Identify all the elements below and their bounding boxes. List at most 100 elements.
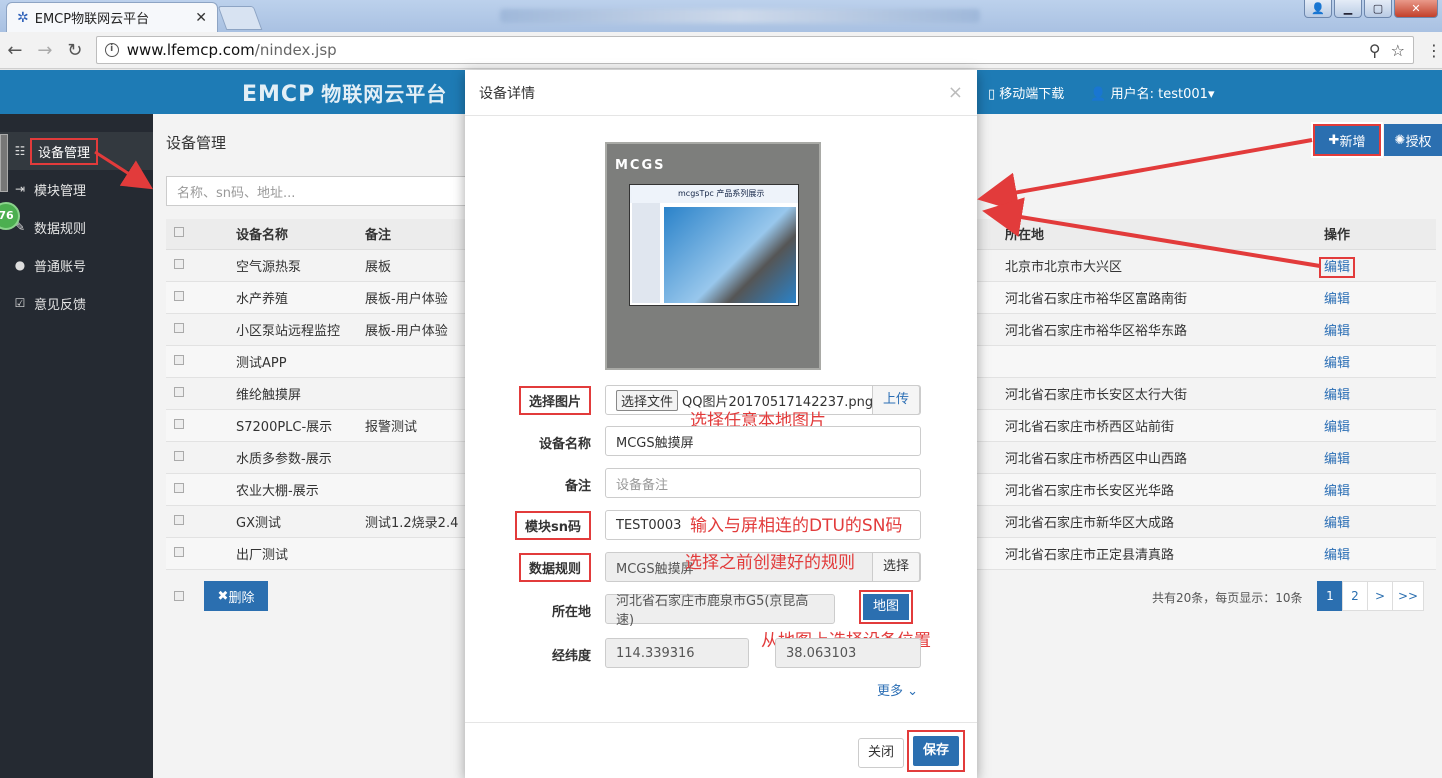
- sidebar-item-device-management[interactable]: ☷ 设备管理: [0, 132, 153, 170]
- edit-link[interactable]: 编辑: [1324, 324, 1350, 339]
- edit-link[interactable]: 编辑: [1324, 292, 1350, 307]
- longitude-input[interactable]: 114.339316: [605, 638, 749, 668]
- caret-down-icon: ▾: [1207, 87, 1215, 102]
- device-name-input[interactable]: MCGS触摸屏: [605, 426, 921, 456]
- last-page-button[interactable]: >>: [1392, 581, 1424, 611]
- row-checkbox[interactable]: [174, 514, 184, 525]
- edit-link[interactable]: 编辑: [1324, 484, 1350, 499]
- forward-icon[interactable]: →: [30, 40, 60, 61]
- edit-link[interactable]: 编辑: [1324, 420, 1350, 435]
- star-icon[interactable]: ☆: [1391, 41, 1405, 60]
- plus-icon: ✚: [1328, 132, 1340, 148]
- choose-file-button[interactable]: 选择文件: [616, 389, 679, 411]
- edit-link[interactable]: 编辑: [1324, 548, 1350, 563]
- close-icon[interactable]: ×: [948, 82, 963, 103]
- edit-link[interactable]: 编辑: [1324, 452, 1350, 467]
- mobile-icon: ▯: [988, 87, 1000, 102]
- browser-tab[interactable]: ✲ EMCP物联网云平台 ✕: [6, 2, 218, 32]
- menu-icon[interactable]: ⋮: [1426, 41, 1442, 60]
- window-close-icon[interactable]: ✕: [1394, 0, 1438, 18]
- edit-link[interactable]: 编辑: [1324, 356, 1350, 371]
- device-name-label: 设备名称: [538, 437, 591, 452]
- page-1-button[interactable]: 1: [1317, 581, 1343, 611]
- remark-input[interactable]: 设备备注: [605, 468, 921, 498]
- action-cell: 编辑: [1319, 249, 1436, 282]
- grid-icon: ☷: [14, 144, 26, 158]
- maximize-icon[interactable]: ▢: [1364, 0, 1392, 18]
- row-checkbox[interactable]: [174, 322, 184, 333]
- action-cell: 编辑: [1324, 473, 1436, 506]
- user-icon[interactable]: 👤: [1304, 0, 1332, 18]
- zoom-icon[interactable]: ⚲: [1369, 41, 1381, 60]
- row-checkbox-cell: [166, 473, 236, 506]
- scroll-handle[interactable]: [0, 134, 8, 192]
- save-button[interactable]: 保存: [913, 736, 959, 766]
- row-checkbox[interactable]: [174, 386, 184, 397]
- row-checkbox[interactable]: [174, 258, 184, 269]
- pager-info: 共有20条，每页显示：10条: [1152, 591, 1303, 605]
- url-text: www.lfemcp.com/nindex.jsp: [126, 41, 337, 59]
- site-logo-icon: ✲: [17, 9, 29, 26]
- choose-rule-button[interactable]: 选择: [872, 552, 920, 582]
- edit-link[interactable]: 编辑: [1319, 256, 1356, 278]
- row-checkbox[interactable]: [174, 546, 184, 557]
- device-name-cell: S7200PLC-展示: [236, 409, 365, 442]
- device-name-cell: GX测试: [236, 505, 365, 538]
- row-checkbox[interactable]: [174, 354, 184, 365]
- browser-titlebar: ✲ EMCP物联网云平台 ✕ 👤 ▁ ▢ ✕: [0, 0, 1442, 32]
- row-checkbox-cell: [166, 409, 236, 442]
- back-icon[interactable]: ←: [0, 40, 30, 61]
- device-name-cell: 水质多参数-展示: [236, 441, 365, 474]
- minimize-icon[interactable]: ▁: [1334, 0, 1362, 18]
- annotation-sn-hint: 输入与屏相连的DTU的SN码: [690, 516, 903, 536]
- delete-button[interactable]: ✖ 删除: [204, 581, 268, 611]
- location-cell: 北京市北京市大兴区: [1005, 249, 1324, 282]
- location-cell: 河北省石家庄市裕华区裕华东路: [1005, 313, 1324, 346]
- next-page-button[interactable]: >: [1367, 581, 1393, 611]
- location-input[interactable]: 河北省石家庄市鹿泉市G5(京昆高速): [605, 594, 835, 628]
- feedback-icon: ☑: [14, 296, 26, 310]
- sidebar-item-normal-accounts[interactable]: ● 普通账号: [0, 246, 153, 284]
- sign-in-icon: ⇥: [14, 182, 26, 196]
- row-checkbox[interactable]: [174, 290, 184, 301]
- authorize-button[interactable]: ✺ 授权: [1384, 124, 1442, 156]
- select-all-cell[interactable]: [166, 219, 236, 250]
- row-checkbox[interactable]: [174, 482, 184, 493]
- device-screen-picture: mcgsTpc 产品系列展示: [629, 184, 799, 306]
- close-button[interactable]: 关闭: [858, 738, 904, 768]
- mobile-download-link[interactable]: ▯ 移动端下载: [988, 83, 1064, 102]
- action-cell: 编辑: [1324, 441, 1436, 474]
- location-cell: 河北省石家庄市裕华区富路南街: [1005, 281, 1324, 314]
- annotation-rule-hint: 选择之前创建好的规则: [685, 553, 855, 573]
- user-menu[interactable]: 👤 用户名: test001▾: [1090, 83, 1214, 102]
- new-tab-button[interactable]: [217, 6, 263, 30]
- location-cell: 河北省石家庄市长安区光华路: [1005, 473, 1324, 506]
- footer-select-all-checkbox[interactable]: [174, 591, 184, 601]
- reload-icon[interactable]: ↻: [60, 40, 90, 61]
- sidebar-item-data-rules[interactable]: ✎ 数据规则: [0, 208, 153, 246]
- latitude-input[interactable]: 38.063103: [775, 638, 921, 668]
- more-link[interactable]: 更多 ⌄: [877, 680, 918, 699]
- row-checkbox[interactable]: [174, 450, 184, 461]
- map-button[interactable]: 地图: [859, 590, 913, 624]
- sidebar-item-module-management[interactable]: ⇥ 模块管理: [0, 170, 153, 208]
- row-checkbox-cell: [166, 441, 236, 474]
- page-2-button[interactable]: 2: [1342, 581, 1368, 611]
- action-cell: 编辑: [1324, 377, 1436, 410]
- modal-header: 设备详情 ×: [465, 70, 977, 116]
- select-all-checkbox[interactable]: [174, 227, 184, 238]
- column-header-location: 所在地: [1005, 219, 1324, 250]
- save-button-frame: 保存: [907, 730, 965, 772]
- info-icon[interactable]: i: [104, 43, 119, 57]
- upload-button[interactable]: 上传: [872, 385, 920, 415]
- tab-close-icon[interactable]: ✕: [195, 10, 207, 26]
- pagination: 1 2 > >>: [1317, 581, 1424, 611]
- url-input[interactable]: i www.lfemcp.com/nindex.jsp ⚲ ☆: [95, 36, 1414, 64]
- row-checkbox[interactable]: [174, 418, 184, 429]
- edit-link[interactable]: 编辑: [1324, 388, 1350, 403]
- device-image: MCGS mcgsTpc 产品系列展示: [605, 142, 821, 370]
- edit-link[interactable]: 编辑: [1324, 516, 1350, 531]
- sidebar-item-feedback[interactable]: ☑ 意见反馈: [0, 284, 153, 322]
- add-device-button[interactable]: ✚ 新增: [1311, 122, 1383, 158]
